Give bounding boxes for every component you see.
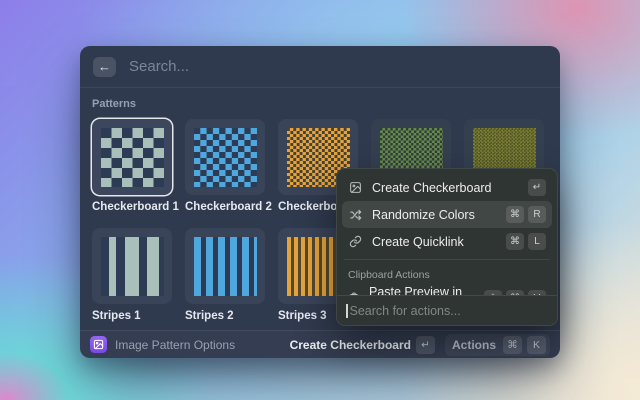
image-icon [348,180,363,195]
primary-action-button[interactable]: Create Checkerboard [290,338,411,352]
menu-item-label: Create Quicklink [372,235,464,249]
shuffle-icon [348,207,363,222]
text-cursor [346,304,348,318]
return-key-badge: ↵ [528,179,546,196]
cmd-key-badge: ⌘ [503,336,522,354]
launcher-window: ← Search... Patterns Checkerboard 1 Chec… [80,46,560,358]
back-arrow-icon: ← [98,59,111,74]
menu-item-randomize-colors[interactable]: Randomize Colors ⌘ R [342,201,552,228]
checkerboard-1-swatch [101,128,164,187]
tile-label: Stripes 2 [185,310,265,322]
cmd-key-badge: ⌘ [506,206,524,223]
tile-card[interactable] [185,228,265,304]
footer-app-label: Image Pattern Options [115,338,235,352]
tile-card-selected[interactable] [92,119,172,195]
actions-search-placeholder: Search for actions... [350,304,461,318]
image-pattern-app-icon [90,336,107,353]
menu-item-label: Randomize Colors [372,208,475,222]
link-icon [348,234,363,249]
checkerboard-2-swatch [194,128,257,187]
menu-item-create-quicklink[interactable]: Create Quicklink ⌘ L [342,228,552,255]
tile-checkerboard-1[interactable]: Checkerboard 1 [92,119,172,213]
section-label: Patterns [92,98,548,110]
stripes-2-swatch [194,237,257,296]
actions-menu: Create Checkerboard ↵ Randomize Colors ⌘… [336,168,558,326]
l-key-badge: L [528,233,546,250]
cmd-key-badge: ⌘ [506,233,524,250]
actions-button-label: Actions [452,338,496,352]
menu-divider [344,259,550,260]
status-bar: Image Pattern Options Create Checkerboar… [80,330,560,358]
tile-card[interactable] [92,228,172,304]
menu-item-create-checkerboard[interactable]: Create Checkerboard ↵ [342,174,552,201]
r-key-badge: R [528,206,546,223]
tile-stripes-2[interactable]: Stripes 2 [185,228,265,322]
menu-section-label: Clipboard Actions [342,264,552,285]
k-key-badge: K [527,336,546,354]
actions-search-input[interactable]: Search for actions... [337,295,557,325]
back-button[interactable]: ← [93,57,116,77]
search-bar: ← Search... [80,46,560,88]
return-key-badge: ↵ [416,336,435,354]
tile-label: Checkerboard 1 [92,201,172,213]
tile-checkerboard-2[interactable]: Checkerboard 2 [185,119,265,213]
stripes-1-swatch [101,237,164,296]
actions-button[interactable]: Actions ⌘ K [445,334,550,356]
tile-label: Stripes 1 [92,310,172,322]
tile-stripes-1[interactable]: Stripes 1 [92,228,172,322]
tile-label: Checkerboard 2 [185,201,265,213]
menu-item-label: Create Checkerboard [372,181,492,195]
tile-card[interactable] [185,119,265,195]
search-input[interactable]: Search... [129,58,189,75]
